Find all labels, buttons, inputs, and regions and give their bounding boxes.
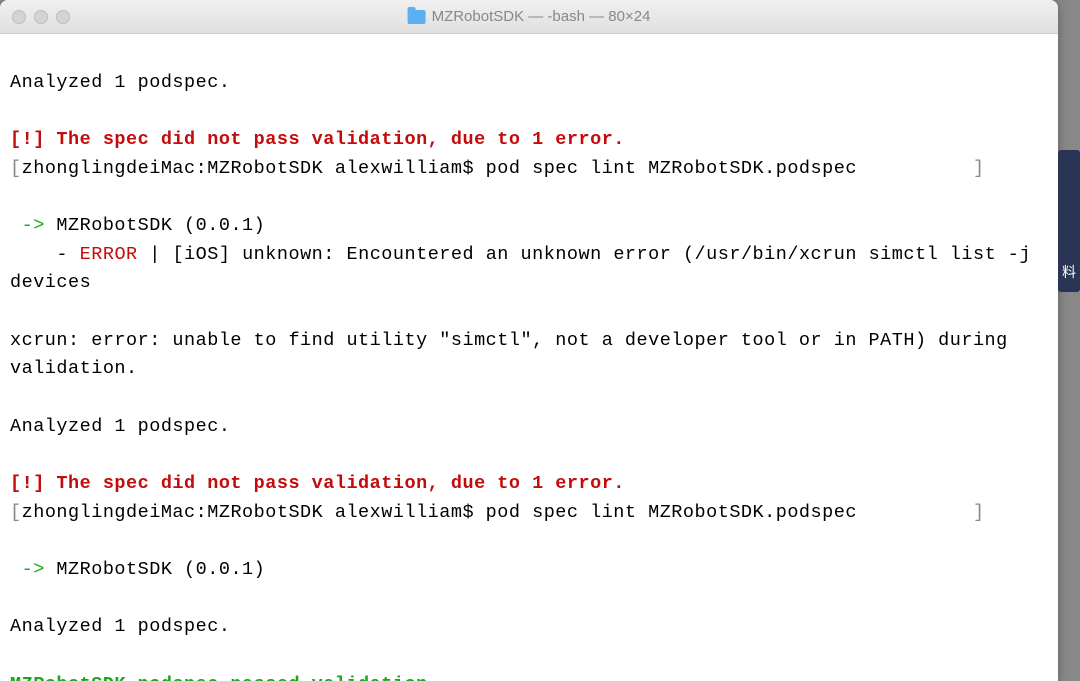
success-line: MZRobotSDK.podspec passed validation. — [10, 674, 439, 681]
prompt-line: zhonglingdeiMac:MZRobotSDK alexwilliam$ … — [22, 502, 857, 523]
spec-name: MZRobotSDK (0.0.1) — [56, 215, 265, 236]
side-glyph: 料 — [1062, 262, 1076, 282]
output-line: Analyzed 1 podspec. — [10, 416, 230, 437]
close-icon[interactable] — [12, 10, 26, 24]
traffic-lights — [12, 10, 70, 24]
terminal-window: MZRobotSDK — -bash — 80×24 Analyzed 1 po… — [0, 0, 1058, 681]
output-line: Analyzed 1 podspec. — [10, 72, 230, 93]
bracket: [ — [10, 502, 22, 523]
output-line: xcrun: error: unable to find utility "si… — [10, 330, 1019, 380]
error-line: [!] The spec did not pass validation, du… — [10, 129, 625, 150]
bracket: ] — [857, 158, 985, 179]
folder-icon — [408, 10, 426, 24]
output-line: Analyzed 1 podspec. — [10, 616, 230, 637]
error-line: [!] The spec did not pass validation, du… — [10, 473, 625, 494]
bracket: ] — [857, 502, 985, 523]
terminal-output[interactable]: Analyzed 1 podspec. [!] The spec did not… — [0, 34, 1058, 681]
zoom-icon[interactable] — [56, 10, 70, 24]
prompt-line: zhonglingdeiMac:MZRobotSDK alexwilliam$ … — [22, 158, 857, 179]
error-label: ERROR — [80, 244, 138, 265]
arrow: -> — [10, 215, 56, 236]
minimize-icon[interactable] — [34, 10, 48, 24]
output-line: - — [10, 244, 80, 265]
spec-name: MZRobotSDK (0.0.1) — [56, 559, 265, 580]
window-titlebar[interactable]: MZRobotSDK — -bash — 80×24 — [0, 0, 1058, 34]
title-text: MZRobotSDK — -bash — 80×24 — [432, 8, 651, 25]
bracket: [ — [10, 158, 22, 179]
window-title: MZRobotSDK — -bash — 80×24 — [408, 8, 651, 25]
background-panel-char: 料 — [1058, 252, 1080, 292]
output-line: | [iOS] unknown: Encountered an unknown … — [10, 244, 1043, 294]
arrow: -> — [10, 559, 56, 580]
